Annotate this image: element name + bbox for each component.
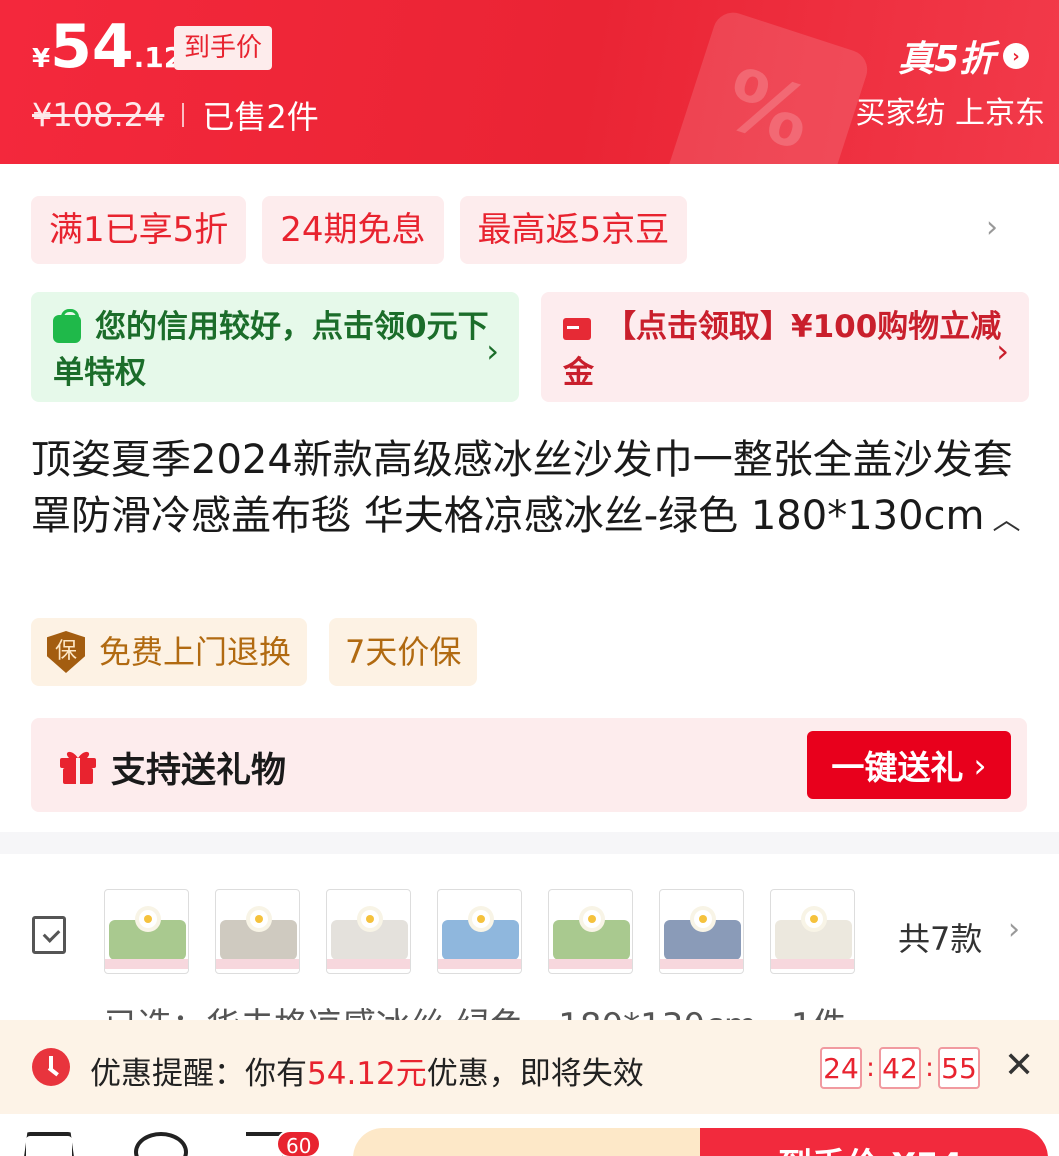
credit-privilege-text: 您的信用较好，点击领0元下单特权 — [53, 309, 489, 391]
flower-pillow-image — [250, 910, 268, 928]
promo-tag[interactable]: 最高返5京豆 — [459, 196, 688, 264]
price-protect-label: 7天价保 — [345, 633, 462, 671]
timer-hours: 24 — [820, 1047, 862, 1089]
chat-icon[interactable] — [134, 1132, 188, 1156]
card-icon — [563, 317, 591, 340]
variant-count: 共7款 — [898, 920, 983, 958]
coupon-card[interactable]: 【点击领取】¥100购物立减金 › — [541, 292, 1029, 402]
flower-pillow-image — [805, 910, 823, 928]
shield-icon: 保 — [47, 631, 85, 673]
promo-tag-list[interactable]: 满1已享5折 24期免息 最高返5京豆 — [31, 196, 688, 264]
discount-reminder: 优惠提醒：你有54.12元优惠，即将失效 24 : 42 : 55 ✕ — [0, 1020, 1059, 1114]
gift-label: 支持送礼物 — [111, 751, 287, 791]
final-price-tag: 到手价 — [174, 26, 273, 70]
product-title: 顶姿夏季2024新款高级感冰丝沙发巾一整张全盖沙发套罩防滑冷感盖布毯 华夫格凉感… — [31, 432, 1021, 548]
variant-thumb[interactable] — [215, 889, 300, 974]
price-banner: ¥ 54 .12 到手价 ¥108.24 已售2件 % 真5折 › 买家纺 上京… — [0, 0, 1059, 164]
selection-icon — [32, 916, 66, 954]
flower-pillow-image — [583, 910, 601, 928]
cart-badge: 60 — [276, 1130, 322, 1156]
service-tags: 保 免费上门退换 7天价保 — [31, 618, 478, 686]
chevron-right-icon: › — [973, 745, 987, 785]
promo-tag[interactable]: 24期免息 — [262, 196, 444, 264]
price-protect-tag[interactable]: 7天价保 — [329, 618, 478, 686]
promo-subtitle: 买家纺 上京东 — [855, 96, 1045, 131]
variant-thumb[interactable] — [659, 889, 744, 974]
gift-bar: 支持送礼物 一键送礼 › — [31, 718, 1027, 812]
price-integer: 54 — [50, 12, 134, 82]
flower-pillow-image — [139, 910, 157, 928]
free-return-label: 免费上门退换 — [99, 633, 292, 671]
variant-thumb[interactable] — [326, 889, 411, 974]
original-price-row: ¥108.24 已售2件 — [32, 92, 319, 138]
product-info-card: 满1已享5折 24期免息 最高返5京豆 › 您的信用较好，点击领0元下单特权 ›… — [0, 164, 1059, 832]
current-price: ¥ 54 .12 — [32, 12, 183, 82]
clock-icon — [32, 1048, 70, 1086]
variant-thumb[interactable] — [548, 889, 633, 974]
store-icon[interactable] — [22, 1132, 76, 1156]
variant-thumb[interactable] — [770, 889, 855, 974]
variant-thumb[interactable] — [104, 889, 189, 974]
variant-selector[interactable]: 共7款 › 已选：华夫格凉感冰丝-绿色，180*130cm，1件 — [0, 854, 1059, 1020]
selected-variant: 已选：华夫格凉感冰丝-绿色，180*130cm，1件 — [104, 998, 847, 1020]
reminder-prefix: 优惠提醒：你有 — [90, 1056, 307, 1092]
flower-pillow-image — [694, 910, 712, 928]
divider — [182, 103, 185, 127]
promo-banner-link[interactable]: 真5折 › — [898, 30, 1029, 82]
timer-separator: : — [866, 1053, 875, 1083]
chevron-up-icon[interactable]: ︿ — [993, 503, 1021, 536]
timer-minutes: 42 — [879, 1047, 921, 1089]
buy-now-label: 到手价 ¥54 — [778, 1146, 963, 1156]
promo-strip — [327, 959, 410, 969]
variant-thumbnails — [104, 889, 855, 974]
currency-symbol: ¥ — [32, 44, 51, 74]
benefit-row: 您的信用较好，点击领0元下单特权 › 【点击领取】¥100购物立减金 › — [31, 292, 1029, 402]
variant-thumb[interactable] — [437, 889, 522, 974]
chevron-right-icon: › — [996, 332, 1009, 370]
gift-icon — [60, 751, 96, 784]
timer-separator: : — [925, 1053, 934, 1083]
shopping-bag-icon — [53, 308, 81, 343]
chevron-right-icon[interactable]: › — [1008, 912, 1020, 947]
credit-privilege-card[interactable]: 您的信用较好，点击领0元下单特权 › — [31, 292, 519, 402]
send-gift-button[interactable]: 一键送礼 › — [807, 731, 1011, 799]
timer-seconds: 55 — [938, 1047, 980, 1089]
promo-strip — [549, 959, 632, 969]
original-price: ¥108.24 — [32, 96, 165, 134]
product-title-text: 顶姿夏季2024新款高级感冰丝沙发巾一整张全盖沙发套罩防滑冷感盖布毯 华夫格凉感… — [31, 437, 1013, 539]
buy-now-button[interactable]: 到手价 ¥54 — [700, 1128, 1048, 1156]
countdown-timer: 24 : 42 : 55 — [820, 1047, 980, 1089]
promo-strip — [660, 959, 743, 969]
reminder-text: 优惠提醒：你有54.12元优惠，即将失效 — [90, 1048, 644, 1093]
promo-strip — [438, 959, 521, 969]
close-icon[interactable]: ✕ — [1004, 1048, 1034, 1084]
promo-tag[interactable]: 满1已享5折 — [31, 196, 247, 264]
promo-strip — [216, 959, 299, 969]
send-gift-label: 一键送礼 — [831, 748, 964, 787]
chevron-right-icon[interactable]: › — [986, 210, 998, 245]
reminder-suffix: 优惠，即将失效 — [426, 1056, 644, 1092]
promo-title: 真5折 — [897, 39, 995, 80]
sold-count: 已售2件 — [202, 98, 319, 136]
flower-pillow-image — [361, 910, 379, 928]
reminder-amount: 54.12元 — [307, 1056, 427, 1092]
chevron-right-icon: › — [486, 332, 499, 370]
promo-strip — [105, 959, 188, 969]
bottom-action-bar: 60 到手价 ¥54 — [0, 1114, 1059, 1156]
free-return-tag[interactable]: 保 免费上门退换 — [31, 618, 308, 686]
flower-pillow-image — [472, 910, 490, 928]
chevron-right-icon: › — [1003, 43, 1029, 69]
promo-strip — [771, 959, 854, 969]
coupon-text: 【点击领取】¥100购物立减金 — [563, 309, 1002, 391]
add-to-cart-button[interactable] — [353, 1128, 701, 1156]
